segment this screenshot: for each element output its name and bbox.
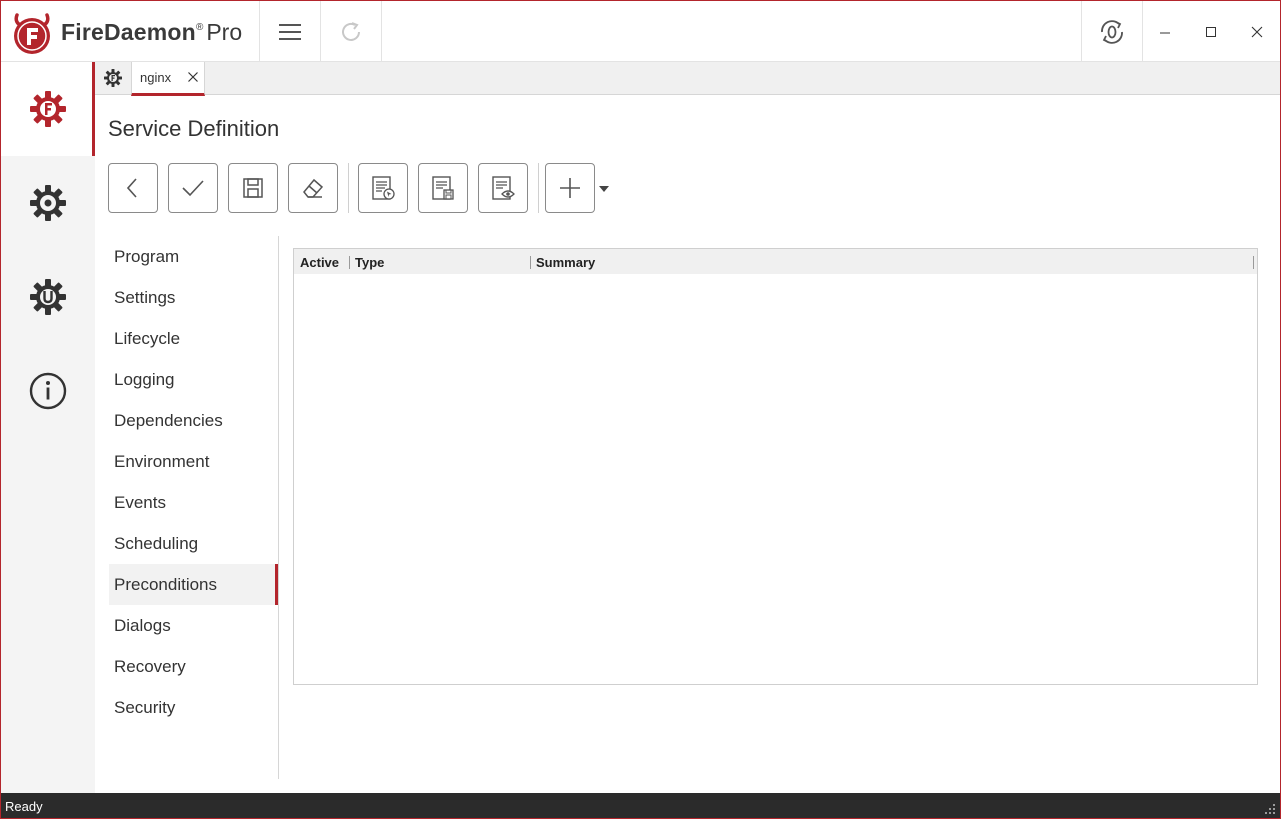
column-header-summary[interactable]: Summary bbox=[536, 255, 595, 270]
export-button[interactable] bbox=[358, 163, 408, 213]
rail-item-updates[interactable] bbox=[1, 250, 95, 344]
status-text: Ready bbox=[5, 799, 43, 814]
tab-close-icon[interactable] bbox=[186, 70, 200, 84]
timer-reset-icon bbox=[1101, 19, 1123, 44]
hamburger-menu-icon bbox=[279, 23, 301, 40]
page-title: Service Definition bbox=[108, 116, 280, 141]
close-window-button[interactable] bbox=[1234, 1, 1280, 62]
add-dropdown-toggle[interactable] bbox=[598, 185, 610, 193]
info-icon bbox=[29, 372, 67, 410]
add-button[interactable] bbox=[545, 163, 595, 213]
tab-nginx[interactable]: nginx bbox=[131, 62, 205, 96]
firedaemon-logo-icon bbox=[14, 13, 50, 54]
update-gear-icon bbox=[30, 279, 66, 315]
back-icon bbox=[126, 178, 137, 198]
toolbar-divider bbox=[538, 163, 539, 213]
column-resize-handle[interactable] bbox=[1253, 256, 1254, 269]
maximize-icon bbox=[1206, 26, 1216, 37]
app-brand: FireDaemon® Pro bbox=[61, 19, 242, 46]
nav-item-dependencies[interactable]: Dependencies bbox=[109, 400, 278, 441]
plus-icon bbox=[560, 178, 580, 198]
timer-reset-button[interactable] bbox=[1082, 1, 1142, 62]
status-bar: Ready bbox=[1, 793, 1280, 818]
rail-item-info[interactable] bbox=[1, 344, 95, 438]
minimize-button[interactable] bbox=[1142, 1, 1188, 62]
preconditions-grid[interactable]: Active Type Summary bbox=[293, 248, 1258, 685]
close-icon bbox=[1251, 26, 1263, 37]
check-icon bbox=[182, 180, 204, 197]
gear-settings-icon bbox=[30, 185, 66, 221]
nav-item-scheduling[interactable]: Scheduling bbox=[109, 523, 278, 564]
left-rail bbox=[1, 62, 95, 793]
column-header-active[interactable]: Active bbox=[300, 255, 339, 270]
column-resize-handle[interactable] bbox=[530, 256, 531, 269]
nav-item-lifecycle[interactable]: Lifecycle bbox=[109, 318, 278, 359]
nav-item-preconditions[interactable]: Preconditions bbox=[109, 564, 278, 605]
save-icon bbox=[243, 178, 263, 198]
nav-item-program[interactable]: Program bbox=[109, 236, 278, 277]
title-bar: FireDaemon® Pro bbox=[1, 1, 1280, 62]
document-preview-icon bbox=[492, 176, 515, 200]
toolbar-divider bbox=[348, 163, 349, 213]
refresh-icon bbox=[342, 21, 360, 41]
column-resize-handle[interactable] bbox=[349, 256, 350, 269]
nav-item-events[interactable]: Events bbox=[109, 482, 278, 523]
eraser-icon bbox=[303, 178, 324, 198]
rail-item-settings[interactable] bbox=[1, 156, 95, 250]
minimize-icon bbox=[1160, 32, 1170, 33]
nav-item-logging[interactable]: Logging bbox=[109, 359, 278, 400]
refresh-button[interactable] bbox=[321, 1, 381, 62]
apply-button[interactable] bbox=[168, 163, 218, 213]
home-tab[interactable] bbox=[95, 62, 130, 94]
save-as-button[interactable] bbox=[418, 163, 468, 213]
firedaemon-gear-icon bbox=[103, 69, 122, 87]
save-button[interactable] bbox=[228, 163, 278, 213]
resize-grip-icon[interactable] bbox=[1264, 803, 1276, 815]
tab-label: nginx bbox=[140, 70, 172, 85]
menu-button[interactable] bbox=[260, 1, 320, 62]
grid-header: Active Type Summary bbox=[294, 249, 1257, 274]
definition-nav: Program Settings Lifecycle Logging Depen… bbox=[109, 236, 278, 728]
nav-item-settings[interactable]: Settings bbox=[109, 277, 278, 318]
tab-strip: nginx bbox=[95, 62, 1280, 96]
nav-item-recovery[interactable]: Recovery bbox=[109, 646, 278, 687]
document-save-icon bbox=[432, 176, 454, 200]
column-header-type[interactable]: Type bbox=[355, 255, 384, 270]
firedaemon-logo bbox=[11, 11, 53, 55]
maximize-button[interactable] bbox=[1188, 1, 1234, 62]
nav-item-environment[interactable]: Environment bbox=[109, 441, 278, 482]
document-cursor-icon bbox=[372, 176, 395, 200]
rail-item-services[interactable] bbox=[1, 62, 95, 156]
nav-divider bbox=[278, 236, 279, 779]
firedaemon-services-icon bbox=[30, 91, 66, 127]
caret-down-icon bbox=[599, 186, 609, 192]
brand-edition: Pro bbox=[206, 19, 243, 45]
nav-item-security[interactable]: Security bbox=[109, 687, 278, 728]
back-button[interactable] bbox=[108, 163, 158, 213]
nav-item-dialogs[interactable]: Dialogs bbox=[109, 605, 278, 646]
brand-name: FireDaemon bbox=[61, 19, 196, 45]
brand-registered: ® bbox=[195, 22, 204, 33]
preview-button[interactable] bbox=[478, 163, 528, 213]
clear-button[interactable] bbox=[288, 163, 338, 213]
titlebar-divider bbox=[381, 1, 382, 62]
